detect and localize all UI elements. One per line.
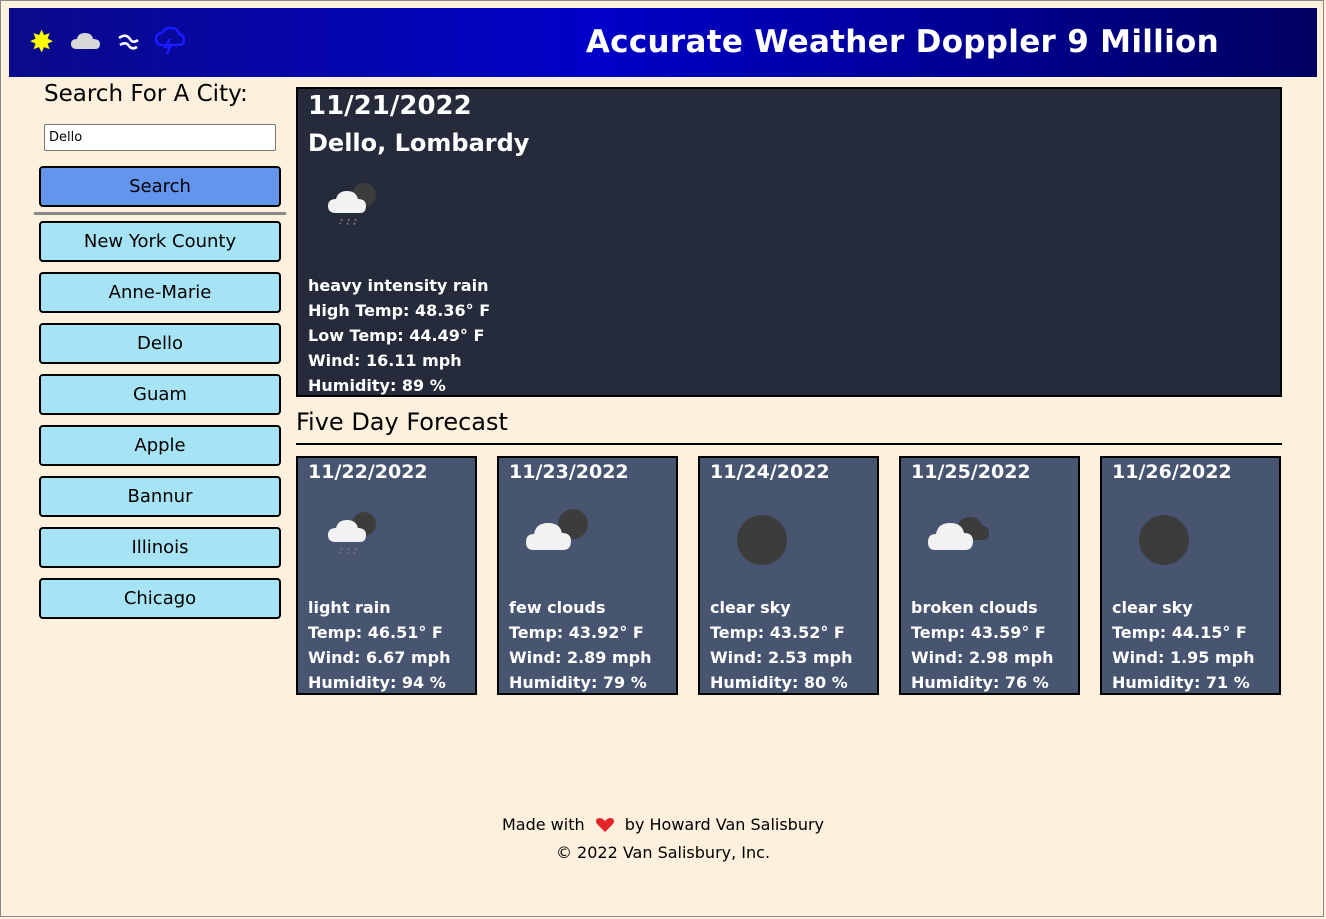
- site-header: ✸ Accurate Weather Doppler 9 Million: [9, 8, 1317, 77]
- rain-night-icon: [322, 173, 386, 241]
- storm-icon: [154, 26, 186, 59]
- current-humidity: Humidity: 89 %: [308, 376, 446, 395]
- forecast-humidity: Humidity: 76 %: [911, 673, 1049, 692]
- footer: Made with by Howard Van Salisbury © 2022…: [0, 812, 1326, 865]
- forecast-humidity: Humidity: 80 %: [710, 673, 848, 692]
- forecast-card: 11/25/2022 broken clouds Temp: 43.59° F …: [899, 456, 1080, 695]
- forecast-humidity: Humidity: 71 %: [1112, 673, 1250, 692]
- forecast-details: few clouds Temp: 43.92° F Wind: 2.89 mph…: [509, 595, 652, 695]
- forecast-description: clear sky: [710, 598, 791, 617]
- forecast-temp: Temp: 46.51° F: [308, 623, 443, 642]
- forecast-description: clear sky: [1112, 598, 1193, 617]
- forecast-title: Five Day Forecast: [296, 408, 508, 436]
- forecast-card: 11/23/2022 few clouds Temp: 43.92° F Win…: [497, 456, 678, 695]
- forecast-date: 11/24/2022: [710, 461, 830, 483]
- forecast-details: clear sky Temp: 43.52° F Wind: 2.53 mph …: [710, 595, 853, 695]
- forecast-date: 11/25/2022: [911, 461, 1031, 483]
- forecast-temp: Temp: 44.15° F: [1112, 623, 1247, 642]
- cloud-icon: [70, 31, 102, 55]
- forecast-wind: Wind: 2.53 mph: [710, 648, 853, 667]
- forecast-card: 11/24/2022 clear sky Temp: 43.52° F Wind…: [698, 456, 879, 695]
- footer-copyright: © 2022 Van Salisbury, Inc.: [555, 843, 771, 862]
- forecast-details: clear sky Temp: 44.15° F Wind: 1.95 mph …: [1112, 595, 1255, 695]
- few-clouds-night-icon: [523, 502, 595, 570]
- history-button-chicago[interactable]: Chicago: [39, 578, 281, 619]
- forecast-date: 11/26/2022: [1112, 461, 1232, 483]
- forecast-date: 11/23/2022: [509, 461, 629, 483]
- heart-icon: [595, 815, 614, 840]
- search-history: New York County Anne-Marie Dello Guam Ap…: [39, 221, 281, 629]
- broken-clouds-icon: [925, 502, 1001, 570]
- forecast-temp: Temp: 43.52° F: [710, 623, 845, 642]
- history-button-guam[interactable]: Guam: [39, 374, 281, 415]
- forecast-card: 11/26/2022 clear sky Temp: 44.15° F Wind…: [1100, 456, 1281, 695]
- sidebar-divider: [34, 212, 286, 215]
- footer-credit: Made with by Howard Van Salisbury: [0, 812, 1326, 840]
- current-date: 11/21/2022: [308, 91, 472, 121]
- forecast-temp: Temp: 43.92° F: [509, 623, 644, 642]
- search-input[interactable]: [44, 124, 276, 151]
- history-button-illinois[interactable]: Illinois: [39, 527, 281, 568]
- search-heading: Search For A City:: [44, 81, 248, 107]
- forecast-card: 11/22/2022 light rain Temp: 46.51° F Win…: [296, 456, 477, 695]
- forecast-wind: Wind: 1.95 mph: [1112, 648, 1255, 667]
- rain-night-icon: [322, 502, 386, 570]
- forecast-wind: Wind: 2.98 mph: [911, 648, 1054, 667]
- forecast-divider: [296, 443, 1282, 445]
- current-high-temp: High Temp: 48.36° F: [308, 301, 491, 320]
- forecast-details: light rain Temp: 46.51° F Wind: 6.67 mph…: [308, 595, 451, 695]
- forecast-wind: Wind: 2.89 mph: [509, 648, 652, 667]
- wind-icon: [116, 29, 142, 57]
- current-wind: Wind: 16.11 mph: [308, 351, 462, 370]
- clear-night-icon: [1126, 502, 1198, 570]
- current-weather-card: 11/21/2022 Dello, Lombardy heavy intensi…: [296, 87, 1282, 397]
- forecast-wind: Wind: 6.67 mph: [308, 648, 451, 667]
- forecast-temp: Temp: 43.59° F: [911, 623, 1046, 642]
- current-details: heavy intensity rain High Temp: 48.36° F…: [308, 273, 490, 398]
- forecast-description: light rain: [308, 598, 391, 617]
- forecast-humidity: Humidity: 79 %: [509, 673, 647, 692]
- header-icons: ✸: [29, 26, 186, 60]
- current-location: Dello, Lombardy: [308, 129, 530, 157]
- page-title: Accurate Weather Doppler 9 Million: [585, 24, 1219, 60]
- sun-icon: ✸: [29, 25, 55, 60]
- history-button-new-york-county[interactable]: New York County: [39, 221, 281, 262]
- footer-made-with: Made with: [501, 815, 585, 834]
- footer-author: by Howard Van Salisbury: [624, 815, 825, 834]
- history-button-apple[interactable]: Apple: [39, 425, 281, 466]
- history-button-bannur[interactable]: Bannur: [39, 476, 281, 517]
- forecast-humidity: Humidity: 94 %: [308, 673, 446, 692]
- forecast-details: broken clouds Temp: 43.59° F Wind: 2.98 …: [911, 595, 1054, 695]
- current-low-temp: Low Temp: 44.49° F: [308, 326, 485, 345]
- forecast-date: 11/22/2022: [308, 461, 428, 483]
- forecast-description: few clouds: [509, 598, 606, 617]
- search-button[interactable]: Search: [39, 166, 281, 207]
- forecast-description: broken clouds: [911, 598, 1038, 617]
- current-description: heavy intensity rain: [308, 276, 489, 295]
- history-button-dello[interactable]: Dello: [39, 323, 281, 364]
- clear-night-icon: [724, 502, 796, 570]
- history-button-anne-marie[interactable]: Anne-Marie: [39, 272, 281, 313]
